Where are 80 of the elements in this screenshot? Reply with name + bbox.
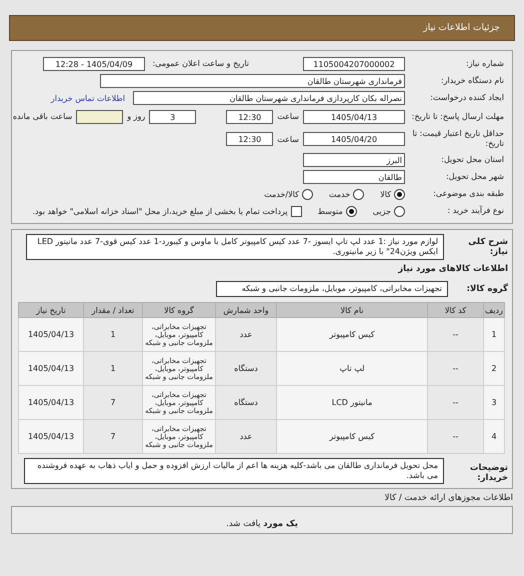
field-label: حداقل تاریخ اعتبار قیمت: تا تاریخ: (411, 129, 504, 149)
announce-date-field: 1405/04/09 - 12:28 (43, 57, 145, 71)
table-cell: مانیتور LCD (276, 386, 428, 420)
table-cell: -- (428, 386, 484, 420)
table-cell: -- (428, 420, 484, 454)
table-cell: -- (428, 318, 484, 352)
deadline-date-field: 1405/04/13 (303, 110, 405, 124)
column-header: کد کالا (428, 302, 484, 318)
table-cell: 1 (484, 318, 504, 352)
field-label: شرح کلی نیاز: (467, 236, 508, 257)
section-title: اطلاعات کالاهای مورد نیاز (396, 264, 508, 274)
field-label: مهلت ارسال پاسخ: تا تاریخ: (410, 112, 504, 122)
column-header: گروه کالا (142, 302, 216, 318)
radio-button[interactable] (394, 188, 405, 200)
radio-label: خدمت (328, 190, 350, 198)
radio-label: کالا/خدمت (264, 190, 299, 198)
table-cell: 7 (84, 386, 142, 420)
buyer-org-field: فرمانداری شهرستان طالقان (100, 74, 405, 88)
field-label: ایجاد کننده درخواست: (429, 93, 504, 103)
days-field: 3 (149, 110, 196, 124)
section-title: اطلاعات مجوزهای ارائه خدمت / کالا (384, 493, 513, 503)
table-cell: کیس کامپیوتر (276, 318, 428, 352)
column-header: واحد شمارش (216, 302, 276, 318)
table-cell: دستگاه (216, 386, 276, 420)
radio-label: کالا (380, 190, 391, 198)
table-cell: عدد (216, 318, 276, 352)
page-header: جزئیات اطلاعات نیاز (9, 15, 515, 41)
column-header: تاریخ نیاز (18, 302, 84, 318)
province-field: البرز (303, 153, 405, 167)
result-text: یک مورد یافت شد. (226, 519, 298, 529)
table-cell: 1 (84, 318, 142, 352)
radio-button[interactable] (302, 188, 313, 200)
field-label: طبقه بندی موضوعی: (432, 189, 504, 199)
table-cell: 7 (84, 420, 142, 454)
radio-label: جزیی (372, 206, 391, 216)
requester-field: نصراله بکان کارپردازی فرمانداری شهرستان طالقان (133, 91, 405, 105)
city-field: طالقان (303, 170, 405, 184)
table-cell: 1405/04/13 (18, 318, 84, 352)
checkbox-label: پرداخت تمام یا بخشی از مبلغ خرید،از محل "اسناد خزانه اسلامی" خواهد بود. (32, 206, 288, 216)
column-header: تعداد / مقدار (84, 302, 142, 318)
field-label: گروه کالا: (466, 284, 508, 294)
table-cell: 1405/04/13 (18, 420, 84, 454)
remaining-hours-field (76, 110, 124, 124)
field-label: نوع فرآیند خرید : (446, 206, 504, 216)
table-cell: عدد (216, 420, 276, 454)
time-label: ساعت (277, 112, 299, 121)
radio-button[interactable] (353, 188, 364, 200)
deadline-time-field: 12:30 (226, 110, 274, 124)
table-cell: 2 (484, 352, 504, 386)
table-cell: 3 (484, 386, 504, 420)
days-label: روز و (127, 112, 146, 121)
time-label: ساعت (277, 134, 299, 144)
contact-link[interactable]: اطلاعات تماس خریدار (50, 94, 125, 102)
need-number-field: 1105004207000002 (303, 57, 405, 71)
goods-group-box: تجهیزات مخابراتی، کامپیوتر، موبایل، ملزومات جانبی و شبکه (216, 281, 448, 297)
table-cell: کیس کامپیوتر (276, 420, 428, 454)
table-cell: 4 (484, 420, 504, 454)
radio-button[interactable] (394, 206, 405, 216)
validity-time-field: 12:30 (226, 132, 274, 146)
description-box: لوازم مورد نیاز :1 عدد لپ تاپ ایسوز -7 عدد کیس کامپیوتر کامل با ماوس و کیبورد-1 عدد کیس قوی-7 عدد مانیتور LED ایکس ویژن24" با زیر مانیتوری. (26, 234, 444, 260)
radio-button[interactable] (346, 206, 357, 216)
field-label: استان محل تحویل: (440, 155, 504, 165)
column-header: نام کالا (276, 302, 428, 318)
field-label: شماره نیاز: (465, 59, 504, 69)
table-cell: 1405/04/13 (18, 386, 84, 420)
column-header: ردیف (484, 302, 504, 318)
buyer-notes-box: محل تحویل فرمانداری طالقان می باشد-کلیه هزینه ها اعم از مالیات ارزش افزوده و حمل و ایاب ذهاب به عهده فروشنده می باشد. (24, 458, 444, 484)
table-cell: لپ تاپ (276, 352, 428, 386)
field-label: تاریخ و ساعت اعلان عمومی: (151, 59, 249, 69)
field-label: شهر محل تحویل: (445, 172, 504, 182)
validity-date-field: 1405/04/20 (303, 132, 405, 146)
table-cell: -- (428, 352, 484, 386)
checkbox[interactable] (290, 206, 302, 216)
table-cell: 1405/04/13 (18, 352, 84, 386)
field-label: نام دستگاه خریدار: (440, 76, 504, 86)
field-label: توضیحات خریدار: (468, 462, 508, 483)
table-cell: 1 (84, 352, 142, 386)
remaining-label: ساعت باقی مانده (12, 112, 72, 121)
table-cell: دستگاه (216, 352, 276, 386)
radio-label: متوسط (318, 206, 343, 216)
